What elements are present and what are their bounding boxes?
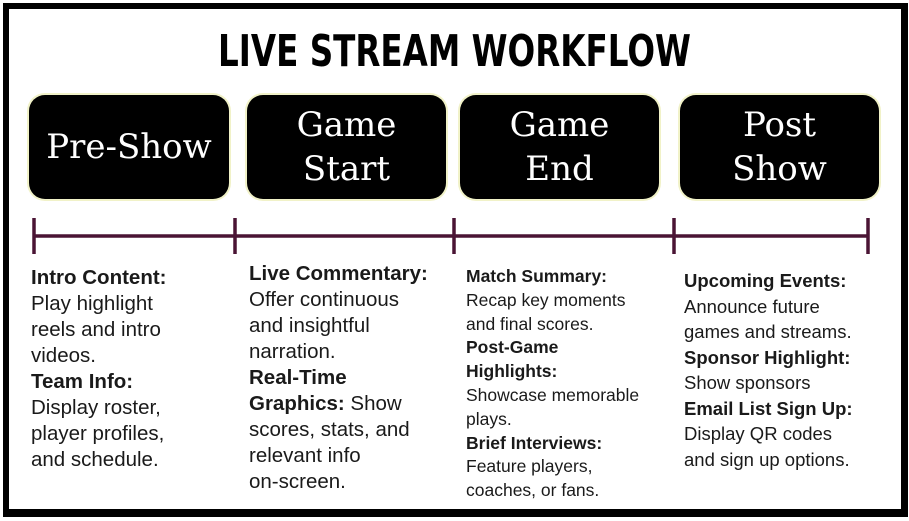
- section-heading: Match Summary:: [466, 266, 608, 286]
- phase-label: End: [525, 149, 594, 189]
- description-text: coaches, or fans.: [466, 480, 600, 501]
- description-text: narration.: [249, 340, 336, 363]
- description-text: reels and intro: [31, 318, 161, 341]
- description-line: Play highlight: [31, 291, 167, 317]
- description-text: and sign up options.: [684, 448, 850, 470]
- description-line: plays.: [466, 408, 639, 432]
- description-line: player profiles,: [31, 421, 167, 447]
- phase-box-pre-show: Pre-Show: [29, 95, 229, 199]
- description-text: Announce future: [684, 295, 820, 317]
- description-line: Display QR codes: [684, 421, 853, 447]
- phase-box-post-show: Post Show: [680, 95, 879, 199]
- section-heading-line: Team Info:: [31, 369, 167, 395]
- description-text: Display roster,: [31, 396, 161, 419]
- description-line: Announce future: [684, 294, 853, 320]
- column-game-start: Live Commentary: Offer continuous and insi…: [249, 261, 428, 495]
- description-text: Recap key moments: [466, 289, 626, 310]
- section-heading-line: Upcoming Events:: [684, 268, 853, 294]
- description-line: Display roster,: [31, 395, 167, 421]
- section-heading-line: Highlights:: [466, 360, 639, 384]
- description-line: relevant info: [249, 443, 428, 469]
- description-line: scores, stats, and: [249, 417, 428, 443]
- description-line: reels and intro: [31, 317, 167, 343]
- column-post-show: Upcoming Events: Announce future games and…: [684, 268, 853, 472]
- description-text: relevant info: [249, 444, 361, 467]
- description-text: Play highlight: [31, 292, 153, 315]
- phase-label: Game: [509, 105, 610, 145]
- description-text: and schedule.: [31, 448, 159, 471]
- phase-label: Start: [302, 149, 391, 189]
- description-text: on-screen.: [249, 470, 346, 493]
- description-line: and final scores.: [466, 313, 639, 337]
- section-heading: Team Info:: [31, 370, 134, 393]
- description-line: Show sponsors: [684, 370, 853, 396]
- section-heading-line: Real-Time: [249, 365, 428, 391]
- section-heading: Highlights:: [466, 361, 558, 382]
- diagram-title: LIVE STREAM WORKFLOW: [218, 26, 691, 77]
- description-line: games and streams.: [684, 319, 853, 345]
- section-heading-line: Sponsor Highlight:: [684, 345, 853, 371]
- phase-label: Post: [742, 105, 817, 145]
- section-heading-line: Brief Interviews:: [466, 432, 639, 456]
- description-line: Feature players,: [466, 455, 639, 479]
- section-heading: Post-Game: [466, 337, 559, 358]
- description-line: Recap key moments: [466, 289, 639, 313]
- description-line: coaches, or fans.: [466, 479, 639, 503]
- description-line: Showcase memorable: [466, 384, 639, 408]
- phase-label: Show: [732, 149, 827, 189]
- section-heading-line: Live Commentary:: [249, 261, 428, 287]
- section-heading: Intro Content:: [31, 266, 167, 289]
- phase-box-game-end: Game End: [460, 95, 659, 199]
- section-heading-line: Email List Sign Up:: [684, 396, 853, 422]
- section-heading: Email List Sign Up:: [684, 397, 853, 419]
- column-pre-show: Intro Content: Play highlight reels and in…: [31, 265, 167, 473]
- description-text: Showcase memorable: [466, 384, 640, 405]
- description-text: scores, stats, and: [249, 418, 410, 441]
- phase-label: Pre-Show: [46, 127, 212, 167]
- column-game-end: Match Summary: Recap key moments and final…: [466, 265, 639, 503]
- section-heading: Live Commentary:: [249, 262, 428, 285]
- description-line: and schedule.: [31, 447, 167, 473]
- description-text: Show sponsors: [684, 372, 811, 393]
- description-line: videos.: [31, 343, 167, 369]
- description-text: plays.: [466, 408, 512, 429]
- description-text: games and streams.: [684, 321, 852, 342]
- description-line: on-screen.: [249, 469, 428, 495]
- section-heading-line: Post-Game: [466, 336, 639, 360]
- description-line: and insightful: [249, 313, 428, 339]
- description-text: Offer continuous: [249, 288, 400, 311]
- section-heading: Graphics:: [249, 392, 345, 415]
- description-text: player profiles,: [31, 422, 165, 445]
- section-heading: Sponsor Highlight:: [684, 346, 851, 368]
- description-text: Show: [344, 392, 402, 415]
- phase-label: Game: [296, 105, 397, 145]
- section-heading-line: Match Summary:: [466, 265, 639, 289]
- description-text: videos.: [31, 344, 96, 367]
- description-text: Feature players,: [466, 456, 593, 477]
- section-heading: Brief Interviews:: [466, 432, 603, 453]
- description-line: narration.: [249, 339, 428, 365]
- description-text: Display QR codes: [684, 423, 833, 444]
- description-line: and sign up options.: [684, 447, 853, 473]
- section-heading: Real-Time: [249, 366, 347, 389]
- description-text: and insightful: [249, 314, 370, 337]
- section-heading-line: Graphics: Show: [249, 391, 428, 417]
- section-heading: Upcoming Events:: [684, 270, 847, 291]
- phase-box-game-start: Game Start: [247, 95, 446, 199]
- section-heading-line: Intro Content:: [31, 265, 167, 291]
- description-line: Offer continuous: [249, 287, 428, 313]
- description-text: and final scores.: [466, 313, 594, 334]
